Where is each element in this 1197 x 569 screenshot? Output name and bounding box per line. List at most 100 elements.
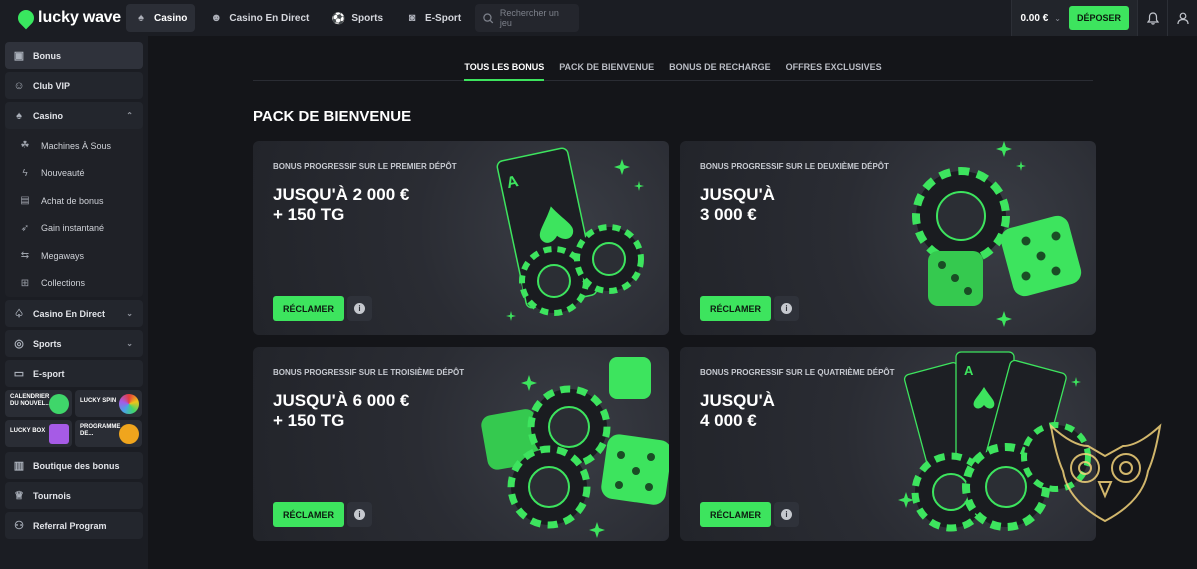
chevron-down-icon: ⌄ [126, 339, 133, 348]
sidebar-item-label: E-sport [33, 368, 65, 379]
claim-button[interactable]: RÉCLAMER [700, 296, 771, 321]
deposit-button[interactable]: DÉPOSER [1068, 6, 1129, 30]
main-nav: ♠ Casino ☻ Casino En Direct ⚽ Sports ◙ E… [126, 0, 580, 36]
bonus-tabs: TOUS LES BONUS PACK DE BIENVENUE BONUS D… [253, 56, 1093, 81]
promo-grid: CALENDRIER DU NOUVEL... LUCKY SPIN LUCKY… [5, 390, 143, 447]
info-button[interactable]: i [774, 296, 799, 321]
tab-bonus-de-recharge[interactable]: BONUS DE RECHARGE [669, 56, 771, 81]
sidebar-item-boutique[interactable]: ▥ Boutique des bonus [5, 452, 143, 479]
sidebar-item-sports[interactable]: ◎ Sports ⌄ [5, 330, 143, 357]
nav-casino[interactable]: ♠ Casino [126, 4, 196, 32]
spade-icon: ♠ [16, 109, 22, 122]
sidebar-subitem-collections[interactable]: ⊞ Collections [5, 270, 143, 298]
sidebar-item-label: Bonus [33, 50, 61, 61]
user-icon: ☺ [13, 79, 25, 92]
ball-icon: ⚽ [331, 12, 346, 25]
gift-icon: ▣ [13, 50, 25, 62]
card-amount: JUSQU'À 4 000 € [700, 391, 775, 430]
info-button[interactable]: i [347, 502, 372, 527]
sidebar-subitem-label: Machines À Sous [41, 140, 112, 151]
promo-calendrier[interactable]: CALENDRIER DU NOUVEL... [5, 390, 72, 417]
sidebar-subitem-label: Megaways [41, 250, 85, 261]
profile-button[interactable] [1167, 0, 1197, 36]
balance-amount: 0.00 € [1020, 12, 1049, 24]
nav-sports[interactable]: ⚽ Sports [323, 4, 391, 32]
sidebar-item-casino[interactable]: ♠ Casino ⌃ [5, 102, 143, 129]
shop-icon: ▥ [13, 460, 25, 472]
info-button[interactable]: i [347, 296, 372, 321]
promo-programme[interactable]: PROGRAMME DE... [75, 420, 142, 447]
info-icon: i [354, 303, 365, 314]
rocket-icon: ➶ [20, 222, 30, 234]
card-label: BONUS PROGRESSIF SUR LE DEUXIÈME DÉPÔT [700, 162, 889, 171]
sidebar-item-club-vip[interactable]: ☺ Club VIP [5, 72, 143, 99]
dealer-icon: ☻ [210, 12, 223, 24]
trophy-icon: ♕ [14, 490, 24, 502]
sidebar-subitem-machines[interactable]: ☘ Machines À Sous [5, 132, 143, 160]
sidebar-item-referral[interactable]: ⚇ Referral Program [5, 512, 143, 539]
box-icon [49, 424, 69, 444]
sidebar-subitem-gain[interactable]: ➶ Gain instantané [5, 215, 143, 243]
nav-esport[interactable]: ◙ E-Sport [397, 4, 469, 32]
logo[interactable]: lucky wave [14, 6, 126, 30]
info-icon: i [354, 509, 365, 520]
search-placeholder: Rechercher un jeu [499, 8, 559, 28]
dice-chips-illustration [912, 141, 1082, 327]
header-right: 0.00 € ⌄ DÉPOSER [1011, 0, 1197, 36]
search-input[interactable]: Rechercher un jeu [475, 4, 580, 32]
card-label: BONUS PROGRESSIF SUR LE PREMIER DÉPÔT [273, 162, 457, 171]
sidebar-subitem-achat[interactable]: ▤ Achat de bonus [5, 187, 143, 215]
logo-text-wave: wave [82, 9, 121, 26]
sidebar-subitem-nouveaute[interactable]: ϟ Nouveauté [5, 160, 143, 188]
slots-icon: ☘ [20, 140, 30, 152]
nav-label: E-Sport [425, 12, 462, 24]
nav-label: Casino En Direct [229, 12, 310, 24]
dealer-icon: ♤ [14, 308, 24, 320]
section-title: PACK DE BIENVENUE [253, 108, 412, 125]
sidebar-item-label: Tournois [33, 490, 71, 501]
top-bar: lucky wave ♠ Casino ☻ Casino En Direct ⚽ … [0, 0, 1197, 36]
flash-icon: ϟ [22, 167, 28, 179]
sidebar-item-label: Boutique des bonus [33, 460, 120, 471]
notifications-button[interactable] [1137, 0, 1167, 36]
card-amount: JUSQU'À 3 000 € [700, 185, 775, 224]
nav-casino-en-direct[interactable]: ☻ Casino En Direct [201, 4, 317, 32]
referral-icon: ⚇ [14, 520, 24, 532]
info-button[interactable]: i [774, 502, 799, 527]
promo-lucky-box[interactable]: LUCKY BOX [5, 420, 72, 447]
main-content: TOUS LES BONUS PACK DE BIENVENUE BONUS D… [148, 36, 1197, 569]
sidebar-item-label: Casino En Direct [33, 308, 106, 319]
sidebar-item-casino-en-direct[interactable]: ♤ Casino En Direct ⌄ [5, 300, 143, 327]
promo-lucky-spin[interactable]: LUCKY SPIN [75, 390, 142, 417]
coin-icon [119, 424, 139, 444]
ball-icon: ◎ [14, 338, 24, 350]
gamepad-icon: ▭ [13, 368, 25, 380]
logo-mark-icon [14, 6, 38, 30]
bell-icon [1146, 11, 1159, 25]
card-amount: JUSQU'À 2 000 € + 150 TG [273, 185, 410, 224]
wallet[interactable]: 0.00 € ⌄ DÉPOSER [1011, 0, 1137, 36]
sidebar-subitem-label: Collections [41, 278, 86, 289]
wheel-icon [119, 394, 139, 414]
claim-button[interactable]: RÉCLAMER [273, 296, 344, 321]
sidebar-subitem-label: Achat de bonus [41, 195, 104, 206]
search-icon [483, 12, 494, 23]
sidebar-item-bonus[interactable]: ▣ Bonus [5, 42, 143, 69]
arrows-icon: ⇆ [20, 250, 30, 262]
nav-label: Sports [351, 12, 384, 24]
spade-icon: ♠ [138, 12, 144, 24]
sidebar-item-label: Sports [33, 338, 62, 349]
gamepad-icon: ◙ [408, 12, 416, 24]
sidebar-item-tournois[interactable]: ♕ Tournois [5, 482, 143, 509]
claim-button[interactable]: RÉCLAMER [273, 502, 344, 527]
tab-tous-les-bonus[interactable]: TOUS LES BONUS [464, 56, 545, 81]
tab-pack-de-bienvenue[interactable]: PACK DE BIENVENUE [559, 56, 654, 81]
owl-watermark-icon [1049, 423, 1162, 523]
sidebar-subitem-megaways[interactable]: ⇆ Megaways [5, 242, 143, 270]
tab-offres-exclusives[interactable]: OFFRES EXCLUSIVES [786, 56, 882, 81]
bonus-card-2: BONUS PROGRESSIF SUR LE DEUXIÈME DÉPÔT J… [680, 141, 1096, 335]
claim-button[interactable]: RÉCLAMER [700, 502, 771, 527]
sidebar-subitem-label: Nouveauté [41, 168, 85, 179]
sidebar-item-esport[interactable]: ▭ E-sport [5, 360, 143, 387]
sidebar: ▣ Bonus ☺ Club VIP ♠ Casino ⌃ ☘ Machines… [0, 36, 148, 569]
